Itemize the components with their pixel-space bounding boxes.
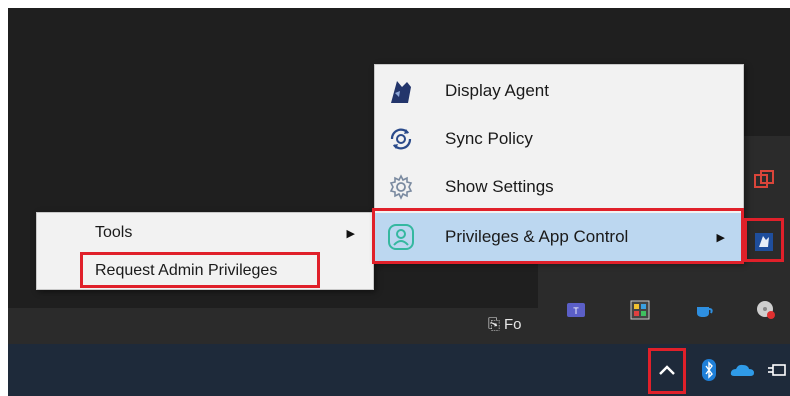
menu-item-label: Sync Policy	[445, 129, 533, 148]
bluetooth-icon[interactable]	[696, 356, 722, 384]
taskbar	[8, 344, 790, 396]
menu-item-privileges-app-control[interactable]: Privileges & App Control ▶	[375, 213, 743, 261]
palette-icon[interactable]	[626, 296, 654, 324]
sync-icon	[387, 125, 415, 153]
menu-item-sync-policy[interactable]: Sync Policy	[375, 115, 743, 163]
submenu-arrow-icon: ▶	[716, 231, 725, 244]
privileges-submenu: Tools ▶ Request Admin Privileges	[36, 212, 374, 290]
file-label-text: Fo	[504, 316, 522, 333]
app-tray-icon[interactable]	[750, 166, 778, 194]
menu-item-show-settings[interactable]: Show Settings	[375, 163, 743, 211]
submenu-arrow-icon: ▶	[346, 227, 355, 240]
gear-icon	[387, 173, 415, 201]
menu-item-display-agent[interactable]: Display Agent	[375, 67, 743, 115]
svg-text:T: T	[573, 306, 579, 316]
submenu-item-label: Request Admin Privileges	[95, 262, 278, 279]
agent-tray-icon[interactable]	[750, 228, 778, 256]
document-icon: ⎘	[488, 316, 501, 333]
submenu-item-label: Tools	[95, 224, 133, 241]
file-label: ⎘ Fo	[488, 316, 522, 333]
submenu-item-request-admin-privileges[interactable]: Request Admin Privileges	[37, 253, 373, 289]
menu-item-label: Show Settings	[445, 177, 554, 196]
menu-item-label: Display Agent	[445, 81, 549, 100]
show-hidden-icons-chevron-icon[interactable]	[653, 356, 681, 384]
desktop-screen: T ⎘ Fo Tools ▶ Request Admin Privileges …	[8, 8, 790, 396]
onedrive-cloud-icon[interactable]	[728, 356, 758, 384]
teams-icon[interactable]: T	[562, 296, 590, 324]
disk-alert-icon[interactable]	[752, 296, 780, 324]
shield-user-icon	[387, 223, 415, 251]
coffee-cup-icon[interactable]	[690, 296, 718, 324]
power-plug-icon[interactable]	[764, 356, 790, 384]
submenu-item-tools[interactable]: Tools ▶	[37, 215, 373, 251]
menu-item-label: Privileges & App Control	[445, 227, 629, 246]
agent-icon	[387, 77, 415, 105]
agent-context-menu: Display Agent Sync Policy Show Settings …	[374, 64, 744, 262]
